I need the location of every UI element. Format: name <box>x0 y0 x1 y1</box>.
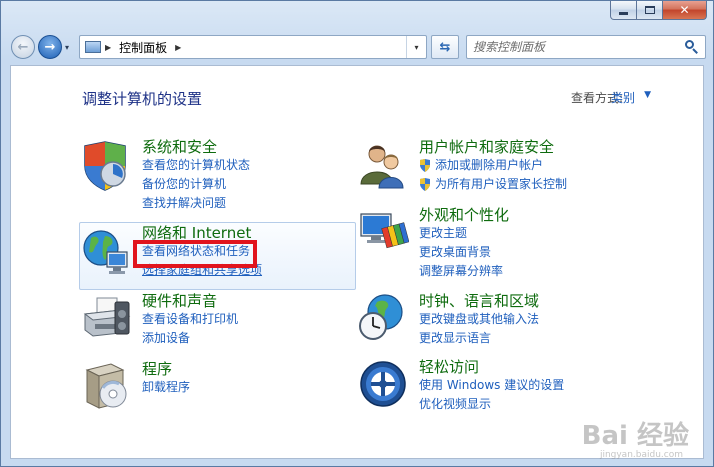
category-hardware-sound: 硬件和声音 查看设备和打印机 添加设备 <box>142 292 238 348</box>
baidu-watermark: Bai 经验 <box>581 421 689 451</box>
link-parental-controls[interactable]: 为所有用户设置家长控制 <box>419 175 567 194</box>
back-button[interactable]: ← <box>11 35 35 59</box>
link-devices-printers[interactable]: 查看设备和打印机 <box>142 310 238 329</box>
programs-box-icon[interactable] <box>81 360 133 412</box>
caption-buttons: ✕ <box>610 1 707 20</box>
link-change-desktop-background[interactable]: 更改桌面背景 <box>419 243 509 262</box>
baidu-watermark-url: jingyan.baidu.com <box>599 450 683 460</box>
link-troubleshoot[interactable]: 查找并解决问题 <box>142 194 250 213</box>
category-programs: 程序 卸载程序 <box>142 360 190 397</box>
printer-icon[interactable] <box>81 294 133 346</box>
ease-of-access-icon[interactable] <box>357 358 409 410</box>
search-icon[interactable] <box>683 38 701 56</box>
highlight-annotation-box <box>133 240 257 268</box>
category-clock-language-region: 时钟、语言和区域 更改键盘或其他输入法 更改显示语言 <box>419 292 539 348</box>
link-optimize-video-display[interactable]: 优化视频显示 <box>419 395 564 414</box>
category-user-accounts: 用户帐户和家庭安全 添加或删除用户帐户 为所有用户设置家长控制 <box>419 138 567 194</box>
link-uninstall-program[interactable]: 卸载程序 <box>142 378 190 397</box>
breadcrumb-control-panel[interactable]: 控制面板 <box>119 39 167 56</box>
category-title-clock-language-region[interactable]: 时钟、语言和区域 <box>419 292 539 310</box>
breadcrumb-trailing-separator[interactable]: ▶ <box>175 43 181 52</box>
navigation-bar: ← → ▾ ▶ 控制面板 ▶ ▾ ⇆ <box>1 29 714 65</box>
address-bar[interactable]: ▶ 控制面板 ▶ ▾ <box>79 35 427 59</box>
view-by-arrow-icon[interactable]: ▼ <box>644 90 651 100</box>
link-change-keyboard[interactable]: 更改键盘或其他输入法 <box>419 310 539 329</box>
users-icon[interactable] <box>357 140 409 192</box>
link-add-remove-users-label: 添加或删除用户帐户 <box>435 158 544 172</box>
category-title-appearance[interactable]: 外观和个性化 <box>419 206 509 224</box>
forward-arrow-icon: → <box>44 39 56 55</box>
link-change-theme[interactable]: 更改主题 <box>419 224 509 243</box>
chevron-down-icon: ▾ <box>414 42 419 52</box>
appearance-monitor-icon[interactable] <box>357 208 409 260</box>
category-ease-of-access: 轻松访问 使用 Windows 建议的设置 优化视频显示 <box>419 358 564 414</box>
minimize-button[interactable] <box>610 1 637 20</box>
close-icon: ✕ <box>679 3 690 17</box>
clock-globe-icon[interactable] <box>357 292 409 344</box>
link-add-remove-users[interactable]: 添加或删除用户帐户 <box>419 156 567 175</box>
link-view-computer-status[interactable]: 查看您的计算机状态 <box>142 156 250 175</box>
control-panel-window: ✕ ← → ▾ ▶ 控制面板 ▶ ▾ ⇆ 调整计算机的设置 查看方式: 类别 ▼ <box>0 0 714 467</box>
category-system-security: 系统和安全 查看您的计算机状态 备份您的计算机 查找并解决问题 <box>142 138 250 213</box>
category-title-hardware-sound[interactable]: 硬件和声音 <box>142 292 238 310</box>
view-by-dropdown[interactable]: 类别 <box>611 89 635 106</box>
address-dropdown[interactable]: ▾ <box>406 36 426 58</box>
refresh-icon: ⇆ <box>439 39 451 55</box>
minimize-icon <box>619 11 628 15</box>
category-title-user-accounts[interactable]: 用户帐户和家庭安全 <box>419 138 567 156</box>
refresh-button[interactable]: ⇆ <box>431 35 459 59</box>
category-appearance: 外观和个性化 更改主题 更改桌面背景 调整屏幕分辨率 <box>419 206 509 281</box>
link-add-device[interactable]: 添加设备 <box>142 329 238 348</box>
category-title-ease-of-access[interactable]: 轻松访问 <box>419 358 564 376</box>
category-title-system-security[interactable]: 系统和安全 <box>142 138 250 156</box>
shield-icon[interactable] <box>79 140 131 192</box>
category-title-programs[interactable]: 程序 <box>142 360 190 378</box>
search-input[interactable] <box>473 37 683 57</box>
network-globe-icon[interactable] <box>79 226 131 278</box>
search-box[interactable] <box>466 35 706 59</box>
link-parental-controls-label: 为所有用户设置家长控制 <box>435 177 568 191</box>
forward-button[interactable]: → <box>38 35 62 59</box>
link-backup-computer[interactable]: 备份您的计算机 <box>142 175 250 194</box>
breadcrumb-separator[interactable]: ▶ <box>105 43 111 52</box>
main-content: 调整计算机的设置 查看方式: 类别 ▼ 系统和安全 查看您的计算机状态 备份您的… <box>10 65 704 460</box>
link-change-display-language[interactable]: 更改显示语言 <box>419 329 539 348</box>
page-title: 调整计算机的设置 <box>82 90 203 108</box>
recent-pages-dropdown[interactable]: ▾ <box>65 43 69 52</box>
maximize-icon <box>644 6 655 14</box>
uac-shield-icon <box>420 178 430 191</box>
maximize-button[interactable] <box>637 1 663 20</box>
control-panel-icon <box>85 41 101 53</box>
back-arrow-icon: ← <box>17 39 29 55</box>
close-button[interactable]: ✕ <box>663 1 707 20</box>
link-adjust-resolution[interactable]: 调整屏幕分辨率 <box>419 262 509 281</box>
uac-shield-icon <box>420 159 430 172</box>
link-recommended-settings[interactable]: 使用 Windows 建议的设置 <box>419 376 564 395</box>
